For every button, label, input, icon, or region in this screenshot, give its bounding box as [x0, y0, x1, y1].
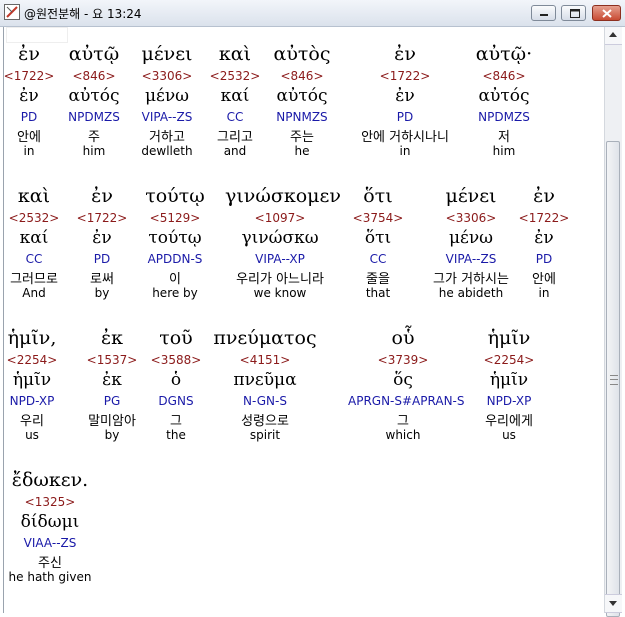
word-strong: <2254>	[483, 353, 535, 367]
vertical-scrollbar[interactable]	[604, 27, 622, 617]
word-strong: <1325>	[24, 495, 76, 509]
minimize-button[interactable]	[531, 5, 556, 21]
scroll-down-button[interactable]	[605, 594, 622, 613]
word-lemma: πνεῦμα	[233, 370, 297, 390]
word-lemma: ἐν	[534, 228, 554, 248]
minimize-icon	[540, 14, 548, 16]
word-lemma: ἐν	[395, 86, 415, 106]
word-korean: 그	[397, 414, 409, 429]
word-lemma: γινώσκω	[241, 228, 319, 248]
close-button[interactable]	[592, 5, 621, 21]
word-english: spirit	[249, 428, 281, 442]
word-korean: 안에	[532, 272, 556, 287]
word-korean: 성령으로	[241, 414, 289, 429]
title-bar: @원전분해 - 요 13:24	[0, 0, 625, 27]
chevron-down-icon	[609, 601, 617, 606]
word-korean: 주신	[38, 556, 62, 571]
word-greek: ἐν	[394, 43, 416, 65]
maximize-button[interactable]	[561, 5, 586, 21]
word-strong: <4151>	[239, 353, 291, 367]
word-parse: PD	[535, 252, 553, 266]
word-parse: VIPA--XP	[255, 252, 305, 266]
scroll-up-button[interactable]	[605, 27, 622, 45]
app-icon	[4, 4, 20, 20]
maximize-icon	[570, 9, 580, 18]
word-greek: ἐν	[533, 185, 555, 207]
word-korean: 주는	[290, 130, 314, 145]
word-parse: NPDMZS	[478, 110, 530, 124]
word-parse: PD	[396, 110, 414, 124]
word-lemma: ὅς	[393, 370, 413, 390]
scroll-thumb[interactable]	[606, 141, 620, 617]
word-greek: τούτῳ	[145, 185, 205, 207]
word-english: we know	[253, 286, 307, 300]
word-english: him	[492, 144, 516, 158]
word-greek: πνεύματος	[213, 327, 317, 349]
word-english: in	[538, 286, 550, 300]
word-parse: APDDN-S	[147, 252, 203, 266]
word-strong: <846>	[280, 69, 324, 83]
close-icon	[602, 9, 612, 18]
window-title: @원전분해 - 요 13:24	[24, 7, 142, 21]
word-korean: 저	[498, 130, 510, 145]
word-lemma: αὐτός	[276, 86, 328, 106]
word-greek: αὐτῷ·	[475, 43, 533, 65]
word-lemma: ἡμῖν	[489, 370, 529, 390]
word-greek: οὗ	[391, 327, 415, 349]
word-korean: 우리가 아느니라	[236, 272, 324, 287]
word-greek: ἔδωκεν.	[11, 469, 89, 491]
word-korean: 안에 거하시나니	[361, 130, 449, 145]
grip-icon	[610, 375, 618, 385]
word-english: he	[294, 144, 310, 158]
word-english: which	[385, 428, 421, 442]
word-parse: NPNMZS	[276, 110, 328, 124]
word-strong: <1722>	[518, 211, 570, 225]
word-parse: NPD-XP	[486, 394, 532, 408]
word-parse: N-GN-S	[243, 394, 287, 408]
word-greek: αὐτὸς	[273, 43, 331, 65]
header-box	[6, 27, 68, 43]
word-lemma: δίδωμι	[20, 512, 80, 532]
word-english: he hath given	[8, 570, 92, 584]
word-strong: <1097>	[254, 211, 306, 225]
chevron-up-icon	[609, 32, 617, 37]
word-english: us	[502, 428, 516, 442]
word-lemma: τούτῳ	[148, 228, 202, 248]
word-greek: γινώσκομεν	[225, 185, 341, 207]
word-english: here by	[152, 286, 198, 300]
word-strong: <846>	[482, 69, 526, 83]
word-korean: 이	[169, 272, 181, 287]
word-strong: <1722>	[379, 69, 431, 83]
word-greek: ἡμῖν	[487, 327, 531, 349]
word-parse: APRGN-S#APRAN-S	[348, 394, 465, 408]
content-area: ἐν <1722> ἐν PD 안에 in αὐτῷ <846> αὐτός NPDMZS 주 him…	[3, 27, 604, 613]
word-korean: 우리에게	[485, 414, 533, 429]
word-strong: <3739>	[377, 353, 429, 367]
word-parse: VIAA--ZS	[23, 536, 77, 550]
word-lemma: αὐτός	[478, 86, 530, 106]
word-english: in	[399, 144, 411, 158]
word-strong: <5129>	[149, 211, 201, 225]
